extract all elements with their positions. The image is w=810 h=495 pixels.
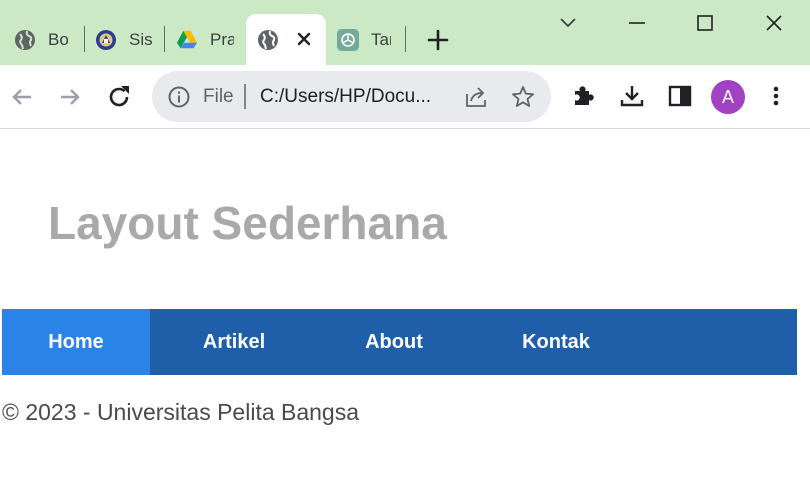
side-panel-icon[interactable]	[666, 82, 694, 110]
google-drive-icon	[176, 29, 198, 51]
nav-link-kontak[interactable]: Kontak	[470, 309, 642, 375]
more-menu-icon[interactable]	[762, 82, 790, 110]
url-scheme-label: File	[203, 86, 234, 107]
tab-tar[interactable]: Tar	[337, 14, 399, 65]
nav-link-about[interactable]: About	[318, 309, 470, 375]
close-window-icon[interactable]	[761, 10, 787, 36]
tab-title: Sis	[129, 29, 153, 49]
tab-sis[interactable]: Sis	[95, 14, 157, 65]
tab-separator	[164, 26, 165, 52]
page-title: Layout Sederhana	[48, 197, 447, 249]
profile-avatar[interactable]: A	[711, 80, 745, 114]
back-arrow-icon[interactable]	[7, 82, 37, 112]
footer-copyright: © 2023 - Universitas Pelita Bangsa	[2, 399, 360, 425]
share-icon[interactable]	[463, 84, 489, 110]
browser-toolbar: File C:/Users/HP/Docu... A	[0, 65, 810, 129]
tab-separator	[84, 26, 85, 52]
main-navbar: Home Artikel About Kontak	[2, 309, 797, 375]
nav-link-artikel[interactable]: Artikel	[150, 309, 318, 375]
chatgpt-icon	[337, 28, 359, 51]
tab-title: Pra	[210, 29, 234, 49]
tab-title: Tar	[371, 29, 391, 49]
reload-icon[interactable]	[104, 82, 134, 112]
tab-separator	[405, 26, 406, 52]
university-logo-icon	[95, 29, 117, 51]
omnibox-divider	[244, 84, 246, 109]
tab-pra[interactable]: Pra	[176, 14, 238, 65]
globe-icon	[14, 29, 36, 51]
minimize-icon[interactable]	[624, 10, 650, 36]
tab-active[interactable]	[246, 14, 326, 65]
new-tab-icon[interactable]	[424, 26, 452, 54]
site-info-icon[interactable]	[167, 85, 191, 109]
maximize-icon[interactable]	[692, 10, 718, 36]
web-page: Layout Sederhana Home Artikel About Kont…	[0, 130, 810, 495]
close-tab-icon[interactable]	[294, 29, 314, 49]
url-text[interactable]: C:/Users/HP/Docu...	[260, 86, 431, 108]
globe-icon	[257, 29, 279, 51]
download-icon[interactable]	[618, 82, 646, 110]
nav-link-home[interactable]: Home	[2, 309, 150, 375]
tab-title: Bo	[48, 29, 69, 49]
tab-search-chevron-down-icon[interactable]	[555, 10, 581, 36]
tab-strip: Bo Sis Pra Tar	[0, 0, 810, 65]
tab-bo[interactable]: Bo	[14, 14, 76, 65]
extensions-puzzle-icon[interactable]	[570, 82, 598, 110]
bookmark-star-icon[interactable]	[510, 84, 536, 110]
forward-arrow-icon[interactable]	[55, 82, 85, 112]
address-bar[interactable]: File C:/Users/HP/Docu...	[152, 71, 551, 122]
